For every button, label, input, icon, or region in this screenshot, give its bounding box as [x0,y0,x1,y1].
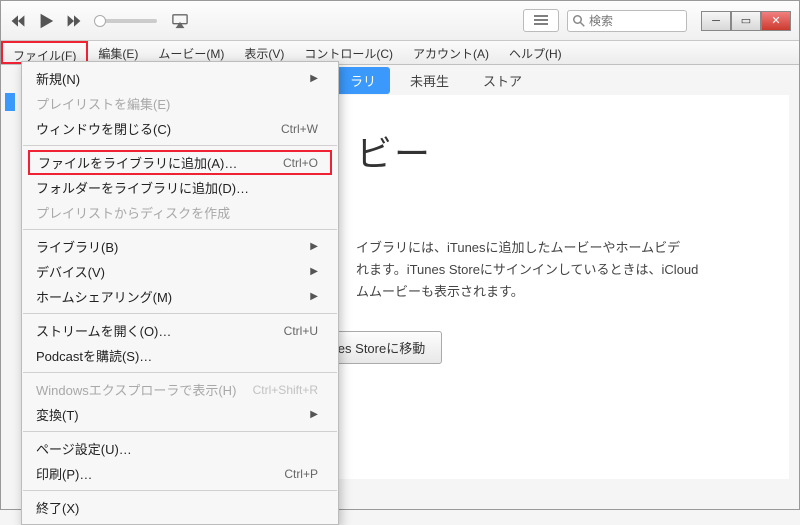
chevron-right-icon: ▶ [310,241,318,252]
menuitem-show-in-explorer: Windowsエクスプローラで表示(H)Ctrl+Shift+R [22,377,338,402]
content-line3: ムムービーも表示されます。 [356,281,779,303]
search-icon [573,15,585,27]
sidebar-selection-indicator [5,93,15,111]
search-box[interactable] [567,10,687,32]
search-input[interactable] [589,14,669,28]
chevron-right-icon: ▶ [310,291,318,302]
menuitem-burn-disc: プレイリストからディスクを作成 [22,200,338,225]
chevron-right-icon: ▶ [310,409,318,420]
menuitem-page-setup[interactable]: ページ設定(U)… [22,436,338,461]
menu-separator [23,145,337,146]
file-menu-dropdown: 新規(N)▶ プレイリストを編集(E) ウィンドウを閉じる(C)Ctrl+W フ… [21,61,339,525]
right-toolbar: ─ ▭ ✕ [523,9,791,32]
tab-store[interactable]: ストア [469,67,536,94]
menuitem-exit[interactable]: 終了(X) [22,495,338,520]
menu-separator [23,490,337,491]
chevron-right-icon: ▶ [310,73,318,84]
menuitem-convert[interactable]: 変換(T)▶ [22,402,338,427]
menuitem-edit-playlist: プレイリストを編集(E) [22,91,338,116]
menu-separator [23,431,337,432]
playback-controls [9,12,83,30]
menuitem-add-file[interactable]: ファイルをライブラリに追加(A)…Ctrl+O [28,150,332,175]
volume-slider[interactable] [97,19,157,23]
menuitem-subscribe-podcast[interactable]: Podcastを購読(S)… [22,343,338,368]
menuitem-devices[interactable]: デバイス(V)▶ [22,259,338,284]
menu-separator [23,313,337,314]
maximize-button[interactable]: ▭ [731,11,761,31]
close-button[interactable]: ✕ [761,11,791,31]
main-content: ビー イブラリには、iTunesに追加したムービーやホームビデ れます。iTun… [336,95,789,479]
menu-separator [23,372,337,373]
menuitem-open-stream[interactable]: ストリームを開く(O)…Ctrl+U [22,318,338,343]
content-line1: イブラリには、iTunesに追加したムービーやホームビデ [356,237,779,259]
tab-unplayed[interactable]: 未再生 [396,67,463,94]
menuitem-new[interactable]: 新規(N)▶ [22,66,338,91]
menuitem-add-folder[interactable]: フォルダーをライブラリに追加(D)… [22,175,338,200]
list-view-button[interactable] [523,9,559,32]
minimize-button[interactable]: ─ [701,11,731,31]
chevron-right-icon: ▶ [310,266,318,277]
prev-button[interactable] [9,12,27,30]
content-line2: れます。iTunes Storeにサインインしているときは、iCloud [356,259,779,281]
menuitem-library[interactable]: ライブラリ(B)▶ [22,234,338,259]
menuitem-home-sharing[interactable]: ホームシェアリング(M)▶ [22,284,338,309]
tab-library[interactable]: ラリ [336,67,390,94]
menu-separator [23,229,337,230]
airplay-icon[interactable] [171,12,189,30]
menu-account[interactable]: アカウント(A) [403,41,499,64]
window-controls: ─ ▭ ✕ [701,11,791,31]
menu-help[interactable]: ヘルプ(H) [499,41,572,64]
play-button[interactable] [37,12,55,30]
menuitem-close-window[interactable]: ウィンドウを閉じる(C)Ctrl+W [22,116,338,141]
page-title: ビー [356,125,779,177]
menuitem-print[interactable]: 印刷(P)…Ctrl+P [22,461,338,486]
next-button[interactable] [65,12,83,30]
player-toolbar: ─ ▭ ✕ [1,1,799,41]
